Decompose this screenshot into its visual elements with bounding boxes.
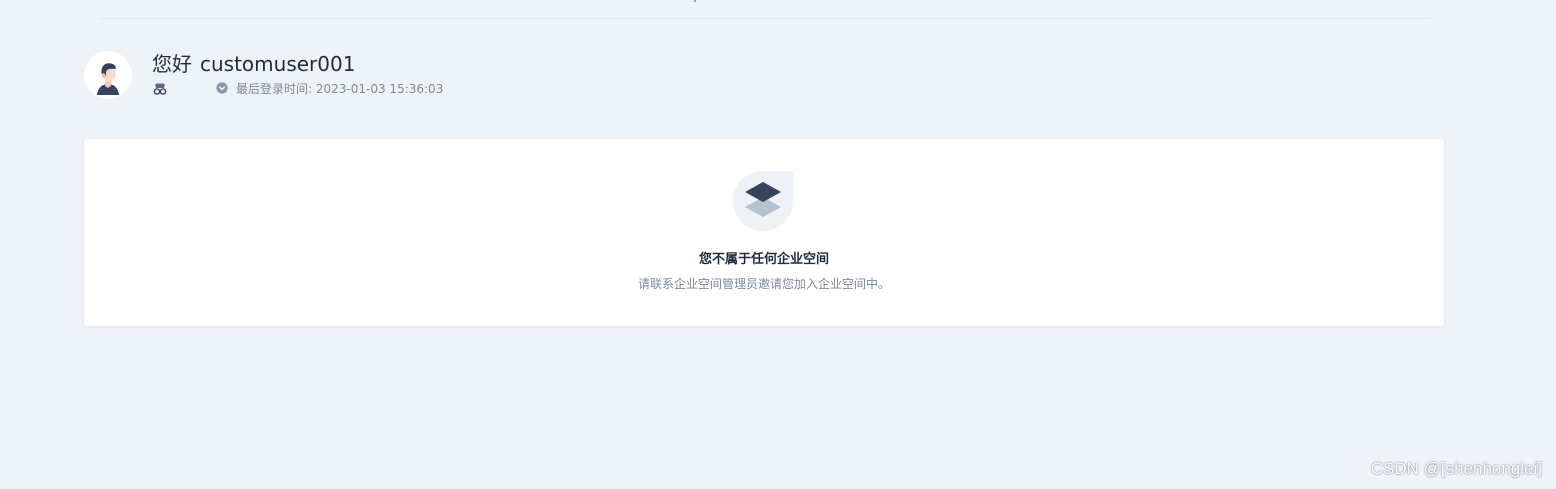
- empty-state-description: 请联系企业空间管理员邀请您加入企业空间中。: [637, 277, 890, 291]
- avatar-illustration-icon: [84, 51, 132, 99]
- clock-icon: [216, 82, 228, 94]
- last-login-label: 最后登录时间:: [236, 82, 313, 96]
- user-meta-row: 最后登录时间: 2023-01-03 15:36:03: [153, 80, 473, 98]
- workspace-empty-card: 您不属于任何企业空间 请联系企业空间管理员邀请您加入企业空间中。: [84, 139, 1444, 326]
- greeting-prefix: 您好: [152, 52, 192, 76]
- username: customuser001: [200, 52, 356, 76]
- top-divider: [100, 18, 1430, 19]
- user-avatar[interactable]: [84, 51, 132, 99]
- empty-state-title: 您不属于任何企业空间: [698, 252, 829, 267]
- top-tick-mark: [694, 0, 696, 2]
- glasses-icon: [153, 83, 167, 95]
- last-login-time: 2023-01-03 15:36:03: [315, 82, 444, 96]
- welcome-heading: 您好 customuser001: [152, 51, 355, 77]
- layers-icon: [733, 171, 793, 231]
- watermark-text: CSDN @[shenhonglei]: [1370, 459, 1542, 478]
- last-login-info: 最后登录时间: 2023-01-03 15:36:03: [236, 80, 443, 98]
